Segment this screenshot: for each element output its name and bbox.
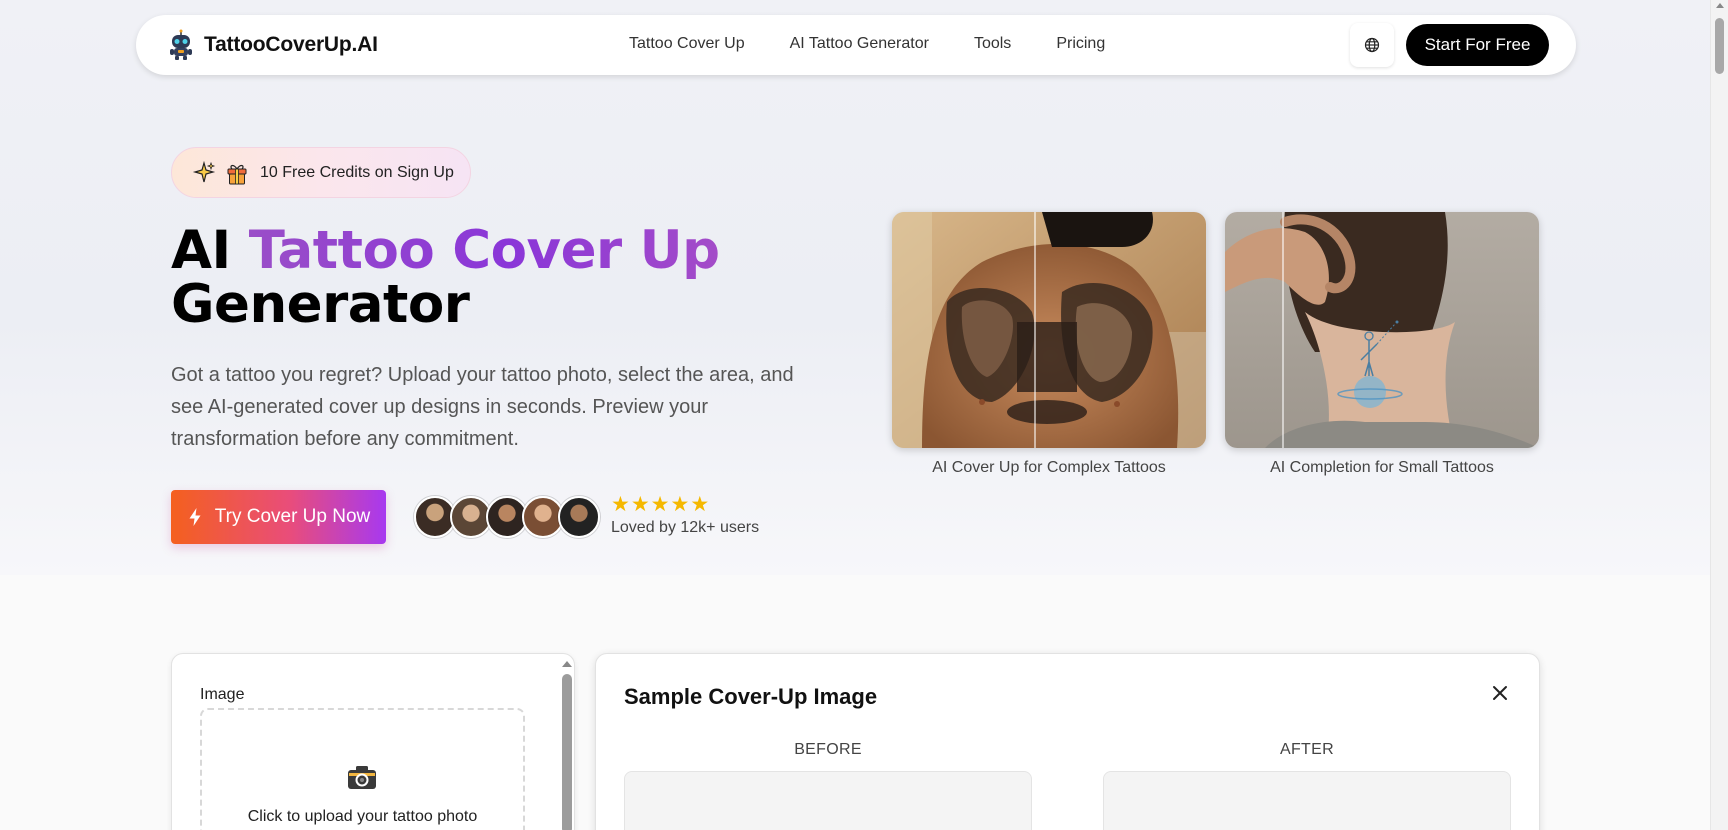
nav-link-ai-tattoo-generator[interactable]: AI Tattoo Generator bbox=[790, 35, 929, 53]
after-label: AFTER bbox=[1280, 741, 1334, 758]
nav-link-tattoo-cover-up[interactable]: Tattoo Cover Up bbox=[629, 35, 745, 53]
gift-icon bbox=[227, 164, 247, 184]
star-icon: ★ bbox=[611, 493, 630, 516]
brand-logo[interactable]: TattooCoverUp.AI bbox=[166, 29, 378, 61]
hero-title-highlight: Tattoo Cover Up bbox=[248, 220, 720, 281]
star-icon: ★ bbox=[650, 493, 670, 516]
complex-tattoo-caption: AI Cover Up for Complex Tattoos bbox=[932, 459, 1166, 476]
try-cover-up-label: Try Cover Up Now bbox=[214, 506, 371, 527]
star-icon: ★ bbox=[670, 493, 690, 516]
before-image-placeholder bbox=[624, 771, 1032, 830]
avatar bbox=[558, 496, 600, 538]
hero-title-suffix: Generator bbox=[171, 274, 470, 335]
after-image-placeholder bbox=[1103, 771, 1511, 830]
close-icon[interactable] bbox=[1489, 682, 1511, 704]
neck-tattoo-photo bbox=[1225, 212, 1539, 448]
camera-icon bbox=[348, 766, 376, 789]
chest-tattoo-photo bbox=[892, 212, 1206, 448]
before-label: BEFORE bbox=[794, 741, 862, 758]
page-scrollbar[interactable] bbox=[1710, 0, 1728, 830]
nav-link-tools[interactable]: Tools bbox=[974, 35, 1011, 53]
lightning-icon bbox=[189, 508, 201, 526]
sparkle-icon bbox=[192, 160, 216, 182]
language-button[interactable] bbox=[1350, 23, 1394, 67]
hero-title: AI Tattoo Cover Up Generator bbox=[171, 224, 720, 332]
rating-stars: ★ ★ ★ ★ ★ bbox=[611, 494, 710, 516]
top-navbar: TattooCoverUp.AI Tattoo Cover Up AI Tatt… bbox=[136, 15, 1576, 75]
nav-links: Tattoo Cover Up AI Tattoo Generator Tool… bbox=[629, 35, 1150, 53]
compare-slider-divider[interactable] bbox=[1034, 212, 1036, 448]
page-scrollbar-thumb[interactable] bbox=[1715, 18, 1724, 74]
loved-by-text: Loved by 12k+ users bbox=[611, 519, 760, 536]
robot-logo-icon bbox=[170, 29, 192, 60]
compare-slider-divider[interactable] bbox=[1282, 212, 1284, 448]
start-for-free-button[interactable]: Start For Free bbox=[1406, 24, 1549, 66]
panel-scroll-up-arrow[interactable] bbox=[562, 661, 572, 667]
free-credits-badge[interactable]: 10 Free Credits on Sign Up bbox=[171, 147, 471, 198]
try-cover-up-button[interactable]: Try Cover Up Now bbox=[171, 490, 386, 544]
scroll-up-arrow[interactable] bbox=[1716, 3, 1724, 8]
hero-title-prefix: AI bbox=[171, 220, 249, 281]
sample-title: Sample Cover-Up Image bbox=[624, 684, 878, 709]
free-credits-text: 10 Free Credits on Sign Up bbox=[260, 163, 454, 181]
image-label: Image bbox=[200, 686, 245, 703]
complex-tattoo-image[interactable] bbox=[892, 212, 1206, 448]
globe-icon bbox=[1364, 37, 1380, 53]
user-avatars bbox=[414, 496, 600, 538]
nav-link-pricing[interactable]: Pricing bbox=[1056, 35, 1105, 53]
small-tattoo-image[interactable] bbox=[1225, 212, 1539, 448]
star-icon: ★ bbox=[690, 493, 710, 516]
panel-scrollbar-thumb[interactable] bbox=[562, 674, 572, 830]
hero-description: Got a tattoo you regret? Upload your tat… bbox=[171, 364, 794, 450]
brand-name: TattooCoverUp.AI bbox=[204, 33, 378, 56]
small-tattoo-caption: AI Completion for Small Tattoos bbox=[1270, 459, 1494, 476]
star-icon: ★ bbox=[630, 493, 650, 516]
upload-prompt-text[interactable]: Click to upload your tattoo photo bbox=[200, 808, 525, 826]
